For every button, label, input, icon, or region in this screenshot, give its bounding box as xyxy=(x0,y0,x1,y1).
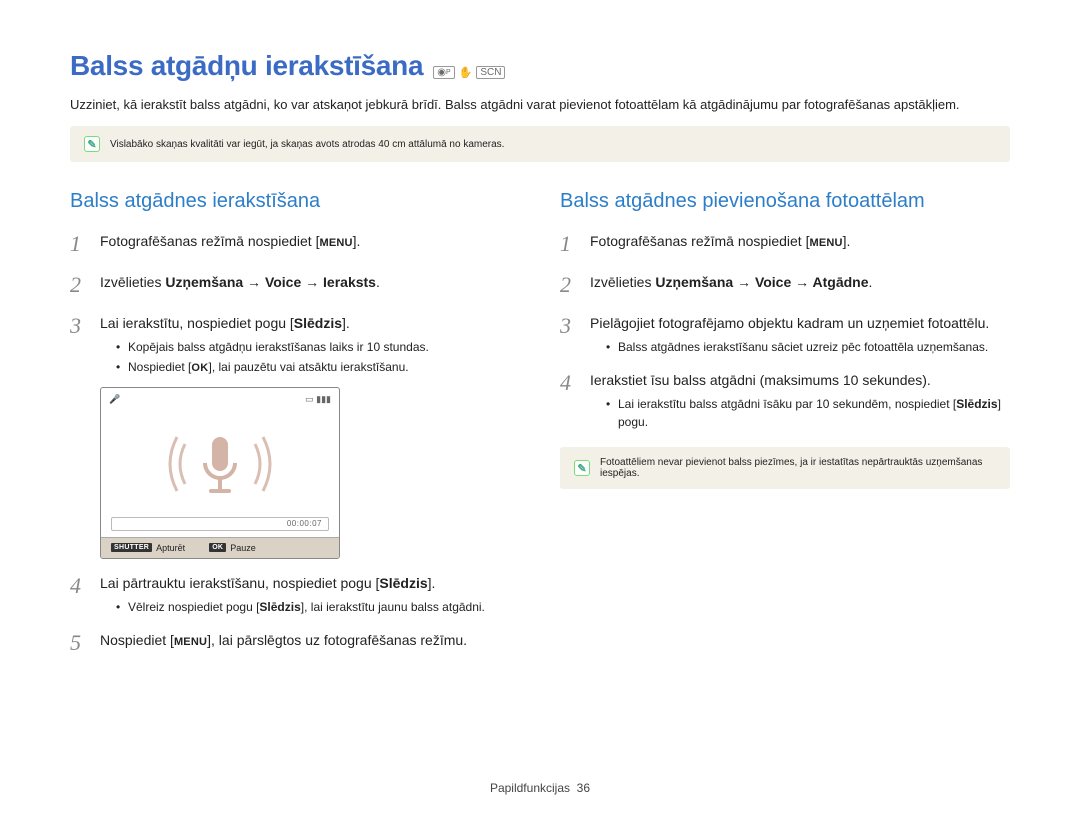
sub-bullet: Kopējais balss atgādņu ierakstīšanas lai… xyxy=(116,338,520,356)
step-number: 5 xyxy=(70,626,88,659)
mode-icon-hand: ✋ xyxy=(459,66,473,79)
mode-icon-p: ◉P xyxy=(433,66,454,79)
menu-icon: MENU xyxy=(809,235,842,252)
right-column: Balss atgādnes pievienošana fotoattēlam … xyxy=(560,190,1010,667)
tip-box-continuous: ✎ Fotoattēliem nevar pievienot balss pie… xyxy=(560,447,1010,489)
step-body: Ierakstiet īsu balss atgādni (maksimums … xyxy=(590,366,1010,433)
sub-bullet: Balss atgādnes ierakstīšanu sāciet uzrei… xyxy=(606,338,1010,356)
step-number: 4 xyxy=(560,366,578,433)
step-number: 3 xyxy=(70,309,88,379)
section-title-recording: Balss atgādnes ierakstīšana xyxy=(70,190,520,213)
step-body: Izvēlieties Uzņemšana → Voice → Ieraksts… xyxy=(100,268,520,301)
note-icon: ✎ xyxy=(84,136,100,152)
step-body: Lai ierakstītu, nospiediet pogu [Slēdzis… xyxy=(100,309,520,379)
page-footer: Papildfunkcijas 36 xyxy=(0,781,1080,795)
screenshot-shutter-label: SHUTTER Apturēt xyxy=(111,543,185,553)
left-column: Balss atgādnes ierakstīšana 1 Fotografēš… xyxy=(70,190,520,667)
intro-paragraph: Uzziniet, kā ierakstīt balss atgādni, ko… xyxy=(70,96,1010,114)
step-number: 2 xyxy=(70,268,88,301)
section-title-attach: Balss atgādnes pievienošana fotoattēlam xyxy=(560,190,1010,213)
sub-bullet: Lai ierakstītu balss atgādni īsāku par 1… xyxy=(606,395,1010,431)
recording-mic-graphic xyxy=(155,419,285,509)
menu-icon: MENU xyxy=(319,235,352,252)
tip-box-quality: ✎ Vislabāko skaņas kvalitāti var iegūt, … xyxy=(70,126,1010,162)
page-title: Balss atgādņu ierakstīšana xyxy=(70,50,423,82)
mode-icon-scn: SCN xyxy=(476,66,505,79)
sub-bullet: Nospiediet [OK], lai pauzētu vai atsāktu… xyxy=(116,358,520,377)
step-body: Nospiediet [MENU], lai pārslēgtos uz fot… xyxy=(100,626,520,659)
step-number: 1 xyxy=(560,227,578,260)
step-number: 4 xyxy=(70,569,88,618)
tip-text: Fotoattēliem nevar pievienot balss piezī… xyxy=(600,457,996,479)
step-number: 2 xyxy=(560,268,578,301)
step-body: Lai pārtrauktu ierakstīšanu, nospiediet … xyxy=(100,569,520,618)
step-body: Fotografēšanas režīmā nospiediet [MENU]. xyxy=(590,227,1010,260)
mic-indicator-icon: 🎤 xyxy=(109,394,120,405)
screenshot-ok-label: OK Pauze xyxy=(209,543,256,553)
tip-text: Vislabāko skaņas kvalitāti var iegūt, ja… xyxy=(110,139,504,150)
camera-screenshot: 🎤 ▭ ▮▮▮ xyxy=(100,387,340,559)
sub-bullet: Vēlreiz nospiediet pogu [Slēdzis], lai i… xyxy=(116,598,520,616)
ok-icon: OK xyxy=(191,360,208,377)
battery-icon: ▭ ▮▮▮ xyxy=(305,394,331,405)
step-body: Izvēlieties Uzņemšana → Voice → Atgādne. xyxy=(590,268,1010,301)
step-number: 1 xyxy=(70,227,88,260)
mode-icons: ◉P ✋ SCN xyxy=(433,66,505,79)
note-icon: ✎ xyxy=(574,460,590,476)
step-body: Fotografēšanas režīmā nospiediet [MENU]. xyxy=(100,227,520,260)
step-number: 3 xyxy=(560,309,578,358)
step-body: Pielāgojiet fotografējamo objektu kadram… xyxy=(590,309,1010,358)
menu-icon: MENU xyxy=(174,634,207,651)
recording-timecode: 00:00:07 xyxy=(111,517,329,531)
